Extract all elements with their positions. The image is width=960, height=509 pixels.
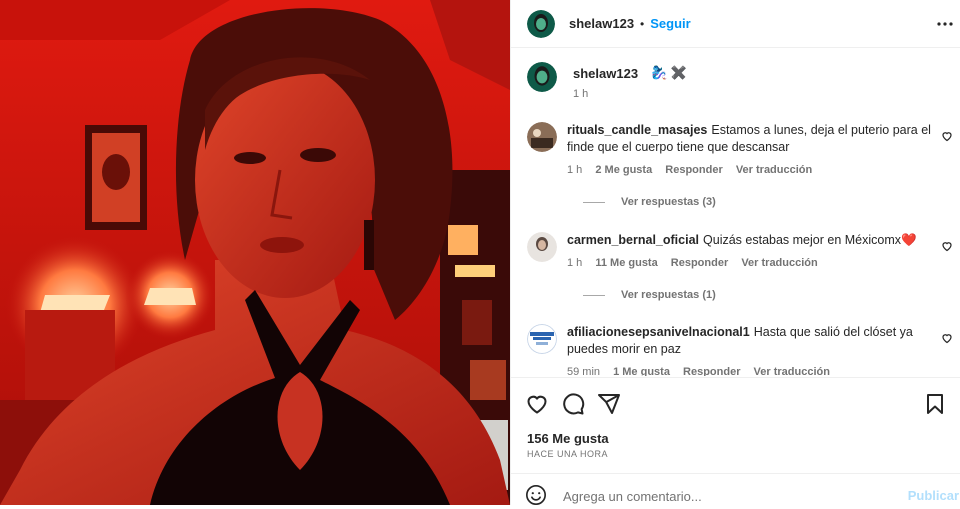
separator-dot: •	[640, 16, 645, 31]
view-replies-label: Ver respuestas (3)	[621, 196, 716, 208]
translate-button[interactable]: Ver traducción	[754, 366, 830, 376]
commenter-avatar[interactable]	[527, 232, 557, 262]
follow-button[interactable]: Seguir	[650, 16, 690, 31]
more-horizontal-icon[interactable]	[935, 14, 955, 34]
post-actions: 156 Me gusta HACE UNA HORA	[511, 377, 960, 473]
comment-like-heart-icon[interactable]	[941, 240, 955, 254]
caption-author-avatar[interactable]	[527, 62, 557, 92]
heart-icon[interactable]	[525, 392, 549, 416]
post-header: shelaw123 • Seguir	[511, 0, 960, 48]
comment-meta: 59 min 1 Me gusta Responder Ver traducci…	[567, 366, 840, 376]
comment-time[interactable]: 59 min	[567, 366, 600, 376]
comments-scroll-area[interactable]: shelaw123 🧞‍♀️ ✖️ 1 h rituals_candle_mas…	[511, 48, 960, 376]
author-username[interactable]: shelaw123	[569, 16, 634, 31]
instagram-post: shelaw123 • Seguir	[0, 0, 960, 508]
comment-likes[interactable]: 11 Me gusta	[595, 257, 657, 269]
emoji-icon[interactable]	[525, 484, 549, 508]
commenter-avatar[interactable]	[527, 324, 557, 354]
comment-meta: 1 h 11 Me gusta Responder Ver traducción	[567, 257, 828, 269]
view-replies-button[interactable]: Ver respuestas (3)	[583, 196, 716, 208]
comment-meta: 1 h 2 Me gusta Responder Ver traducción	[567, 164, 822, 176]
comment-time[interactable]: 1 h	[567, 164, 582, 176]
view-replies-button[interactable]: Ver respuestas (1)	[583, 289, 716, 301]
view-replies-label: Ver respuestas (1)	[621, 289, 716, 301]
caption-username[interactable]: shelaw123	[573, 66, 638, 81]
comment-item: afiliacionesepsanivelnacional1 Hasta que …	[527, 324, 955, 376]
comment-likes[interactable]: 1 Me gusta	[613, 366, 670, 376]
commenter-username[interactable]: carmen_bernal_oficial	[567, 233, 699, 247]
post-timestamp[interactable]: HACE UNA HORA	[527, 449, 608, 459]
comment-body: rituals_candle_masajes Estamos a lunes, d…	[567, 122, 933, 156]
commenter-username[interactable]: rituals_candle_masajes	[567, 123, 707, 137]
comment-input[interactable]	[563, 486, 883, 506]
add-comment-bar: Publicar	[511, 473, 960, 508]
comment-item: rituals_candle_masajes Estamos a lunes, d…	[527, 122, 955, 212]
author-avatar[interactable]	[527, 9, 555, 38]
reply-button[interactable]: Responder	[671, 257, 728, 269]
translate-button[interactable]: Ver traducción	[741, 257, 817, 269]
commenter-avatar[interactable]	[527, 122, 557, 152]
reply-button[interactable]: Responder	[683, 366, 740, 376]
caption-time[interactable]: 1 h	[573, 88, 588, 100]
selfie-image	[0, 0, 510, 505]
comment-body: carmen_bernal_oficial Quizás estabas mejo…	[567, 232, 933, 249]
post-side-panel: shelaw123 • Seguir	[510, 0, 960, 508]
comment-text: Quizás estabas mejor en Méxicomx❤️	[703, 233, 917, 247]
comment-like-heart-icon[interactable]	[941, 332, 955, 346]
translate-button[interactable]: Ver traducción	[736, 164, 812, 176]
likes-count[interactable]: 156 Me gusta	[527, 431, 609, 446]
comment-likes[interactable]: 2 Me gusta	[595, 164, 652, 176]
reply-button[interactable]: Responder	[665, 164, 722, 176]
comment-icon[interactable]	[561, 392, 585, 416]
post-photo[interactable]	[0, 0, 510, 505]
share-icon[interactable]	[597, 392, 621, 416]
comment-item: carmen_bernal_oficial Quizás estabas mejo…	[527, 232, 955, 302]
replies-divider-line	[583, 294, 605, 296]
commenter-username[interactable]: afiliacionesepsanivelnacional1	[567, 325, 750, 339]
publish-button[interactable]: Publicar	[908, 488, 959, 503]
caption-text: 🧞‍♀️ ✖️	[651, 65, 687, 80]
bookmark-icon[interactable]	[923, 392, 947, 416]
replies-divider-line	[583, 201, 605, 203]
comment-time[interactable]: 1 h	[567, 257, 582, 269]
comment-body: afiliacionesepsanivelnacional1 Hasta que …	[567, 324, 933, 358]
comment-like-heart-icon[interactable]	[941, 130, 955, 144]
